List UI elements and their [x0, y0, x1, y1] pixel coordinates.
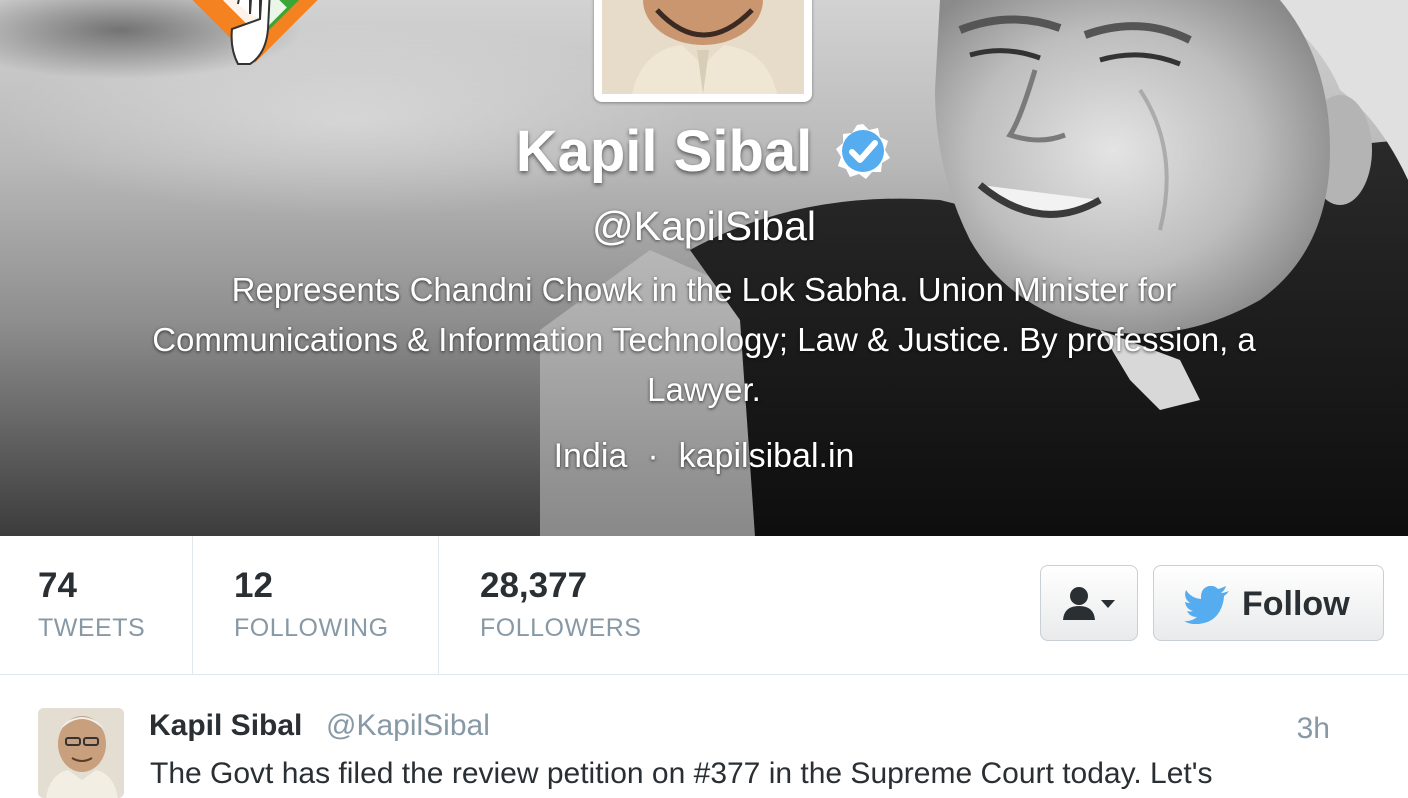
tweet-author-handle[interactable]: @KapilSibal: [326, 709, 490, 743]
stat-followers-count: 28,377: [480, 566, 588, 605]
tweet[interactable]: Kapil Sibal @KapilSibal 3h The Govt has …: [0, 675, 1408, 798]
tweet-timestamp[interactable]: 3h: [1297, 712, 1330, 746]
profile-website-link[interactable]: kapilsibal.in: [679, 437, 855, 475]
profile-avatar[interactable]: [594, 0, 812, 102]
meta-separator: ·: [647, 437, 659, 475]
stat-tweets[interactable]: 74 TWEETS: [0, 536, 192, 674]
stat-following[interactable]: 12 FOLLOWING: [196, 536, 438, 674]
stat-divider: [438, 536, 439, 674]
profile-location: India: [553, 437, 628, 475]
follow-button-label: Follow: [1242, 585, 1350, 623]
party-logo-icon: [191, 0, 319, 65]
user-actions-dropdown-button[interactable]: [1040, 565, 1138, 641]
tweet-author-name[interactable]: Kapil Sibal: [149, 709, 302, 743]
follow-button[interactable]: Follow: [1153, 565, 1384, 641]
stat-tweets-label: TWEETS: [38, 614, 146, 642]
tweet-text: The Govt has filed the review petition o…: [150, 757, 1213, 790]
twitter-bird-icon: [1184, 586, 1229, 624]
profile-name: Kapil Sibal: [515, 119, 813, 184]
avatar-photo: [602, 0, 804, 94]
profile-name-row: Kapil Sibal: [0, 118, 1408, 185]
profile-handle: @KapilSibal: [592, 203, 816, 249]
stat-followers-label: FOLLOWERS: [480, 614, 642, 642]
tweet-avatar-photo: [38, 708, 124, 798]
profile-meta-row: India · kapilsibal.in: [0, 437, 1408, 476]
verified-badge-icon: [834, 122, 892, 185]
stat-following-count: 12: [234, 566, 273, 605]
stat-tweets-count: 74: [38, 566, 77, 605]
stat-followers[interactable]: 28,377 FOLLOWERS: [442, 536, 702, 674]
stat-divider: [192, 536, 193, 674]
profile-header: Kapil Sibal @KapilSibal Represents Chand…: [0, 0, 1408, 536]
user-dropdown-icon: [1063, 587, 1115, 620]
stat-following-label: FOLLOWING: [234, 614, 389, 642]
tweet-avatar[interactable]: [38, 708, 124, 798]
profile-bio: Represents Chandni Chowk in the Lok Sabh…: [152, 271, 1256, 408]
